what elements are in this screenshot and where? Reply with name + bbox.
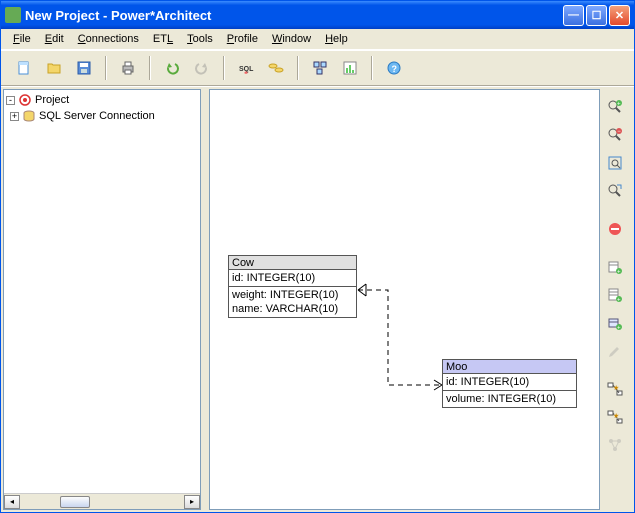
delete-button[interactable] [603,217,627,241]
column-row[interactable]: volume: INTEGER(10) [446,392,573,406]
scroll-thumb[interactable] [60,496,90,508]
tree-label: Project [35,94,69,106]
tree-toggle-icon[interactable]: - [6,96,15,105]
app-window: New Project - Power*Architect — ☐ ✕ File… [0,0,635,513]
column-row[interactable]: id: INTEGER(10) [232,271,353,285]
new-rel-nonidentifying-button[interactable]: ★ [603,405,627,429]
entity-cow[interactable]: Cow id: INTEGER(10) weight: INTEGER(10) … [228,255,357,318]
menu-file[interactable]: File [7,31,37,47]
sql-button[interactable]: SQL [233,55,259,81]
tree-label: SQL Server Connection [39,110,155,122]
print-button[interactable] [115,55,141,81]
db-icon [22,109,36,123]
svg-text:−: − [617,129,621,135]
body: - Project + SQL Server Connection ◂ ▸ [1,86,634,512]
undo-button[interactable] [159,55,185,81]
entity-title: Cow [229,256,356,270]
menu-profile[interactable]: Profile [221,31,264,47]
menu-window[interactable]: Window [266,31,317,47]
save-button[interactable] [71,55,97,81]
help-button[interactable]: ? [381,55,407,81]
menu-tools[interactable]: Tools [181,31,219,47]
scroll-track[interactable] [20,495,184,509]
zoom-fit-button[interactable] [603,151,627,175]
tree-row-db[interactable]: + SQL Server Connection [6,108,198,124]
entity-pk: id: INTEGER(10) [229,270,356,287]
add-table-button[interactable]: + [603,255,627,279]
menu-help[interactable]: Help [319,31,354,47]
svg-text:+: + [617,102,621,108]
svg-text:★: ★ [613,412,619,420]
open-button[interactable] [41,55,67,81]
entity-pk: id: INTEGER(10) [443,374,576,391]
svg-text:?: ? [392,64,398,74]
menu-bar: File Edit Connections ETL Tools Profile … [1,29,634,50]
copy-schema-button[interactable] [307,55,333,81]
project-icon [18,93,32,107]
column-row[interactable]: name: VARCHAR(10) [232,302,353,316]
entity-title: Moo [443,360,576,374]
horizontal-scrollbar[interactable]: ◂ ▸ [4,493,200,509]
menu-edit[interactable]: Edit [39,31,70,47]
profile-button[interactable] [337,55,363,81]
auto-layout-button[interactable] [603,433,627,457]
redo-button[interactable] [189,55,215,81]
canvas-wrap: Cow id: INTEGER(10) weight: INTEGER(10) … [209,89,632,510]
svg-text:+: + [617,326,621,332]
entity-body: volume: INTEGER(10) [443,391,576,407]
column-row[interactable]: weight: INTEGER(10) [232,288,353,302]
close-button[interactable]: ✕ [609,5,630,26]
main-toolbar: SQL ? [1,50,634,86]
new-rel-identifying-button[interactable]: ★ [603,377,627,401]
svg-text:+: + [617,270,621,276]
tree-toggle-icon[interactable]: + [10,112,19,121]
tree-content[interactable]: - Project + SQL Server Connection [4,90,200,493]
title-bar[interactable]: New Project - Power*Architect — ☐ ✕ [1,1,634,29]
right-toolbar: + − + + + ★ ★ [600,91,630,508]
menu-connections[interactable]: Connections [72,31,145,47]
diagram-canvas[interactable]: Cow id: INTEGER(10) weight: INTEGER(10) … [209,89,600,510]
tree-panel: - Project + SQL Server Connection ◂ ▸ [3,89,201,510]
entity-body: weight: INTEGER(10) name: VARCHAR(10) [229,287,356,317]
compare-button[interactable] [263,55,289,81]
zoom-out-button[interactable]: − [603,123,627,147]
svg-text:★: ★ [613,384,619,392]
scroll-right-button[interactable]: ▸ [184,495,200,509]
scroll-left-button[interactable]: ◂ [4,495,20,509]
edit-button[interactable] [603,339,627,363]
window-title: New Project - Power*Architect [25,8,563,23]
tree-row-project[interactable]: - Project [6,92,198,108]
add-column-button[interactable]: + [603,283,627,307]
app-icon [5,7,21,23]
menu-etl[interactable]: ETL [147,31,179,47]
zoom-in-button[interactable]: + [603,95,627,119]
window-controls: — ☐ ✕ [563,5,630,26]
maximize-button[interactable]: ☐ [586,5,607,26]
entity-moo[interactable]: Moo id: INTEGER(10) volume: INTEGER(10) [442,359,577,408]
svg-text:+: + [617,298,621,304]
new-button[interactable] [11,55,37,81]
minimize-button[interactable]: — [563,5,584,26]
zoom-reset-button[interactable] [603,179,627,203]
add-index-button[interactable]: + [603,311,627,335]
column-row[interactable]: id: INTEGER(10) [446,375,573,389]
